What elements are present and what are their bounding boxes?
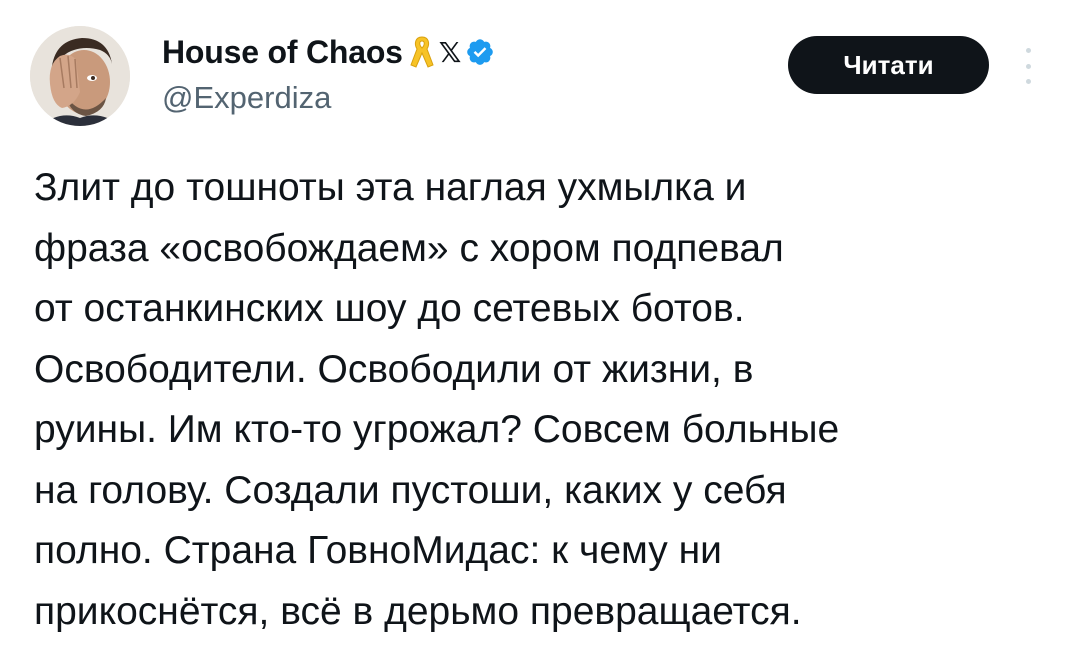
author-name-row: House of Chaos 𝕏: [162, 32, 495, 72]
tweet-text-line: на голову. Создали пустоши, каких у себя: [34, 468, 787, 512]
tweet-text-line: Освободители. Освободили от жизни, в: [34, 347, 754, 391]
verified-badge-icon: [465, 37, 495, 67]
tweet-text-line: полно. Страна ГовноМидас: к чему ни: [34, 529, 722, 572]
author-handle[interactable]: @Experdiza: [162, 80, 331, 116]
tweet-text-line: от останкинских шоу до сетевых ботов.: [34, 287, 745, 330]
x-affiliate-icon: 𝕏: [438, 35, 462, 69]
avatar[interactable]: [30, 26, 130, 126]
tweet-text-line: фраза «освобождаем» с хором подпевал: [34, 226, 784, 270]
tweet-text-line: прикоснётся, всё в дерьмо превращается.: [34, 589, 802, 633]
tweet-card: House of Chaos 𝕏 @Experdiza Читати Злит …: [0, 0, 1080, 664]
author-display-name[interactable]: House of Chaos: [162, 34, 403, 71]
tweet-text: Злит до тошноты эта наглая ухмылка и фра…: [34, 158, 1044, 642]
tweet-text-line: руины. Им кто-то угрожал? Совсем больные: [34, 408, 840, 451]
tweet-text-line: Злит до тошноты эта наглая ухмылка и: [34, 166, 747, 209]
follow-button[interactable]: Читати: [788, 36, 989, 94]
more-vertical-icon[interactable]: [1016, 48, 1040, 84]
yellow-ribbon-icon: [409, 35, 435, 69]
